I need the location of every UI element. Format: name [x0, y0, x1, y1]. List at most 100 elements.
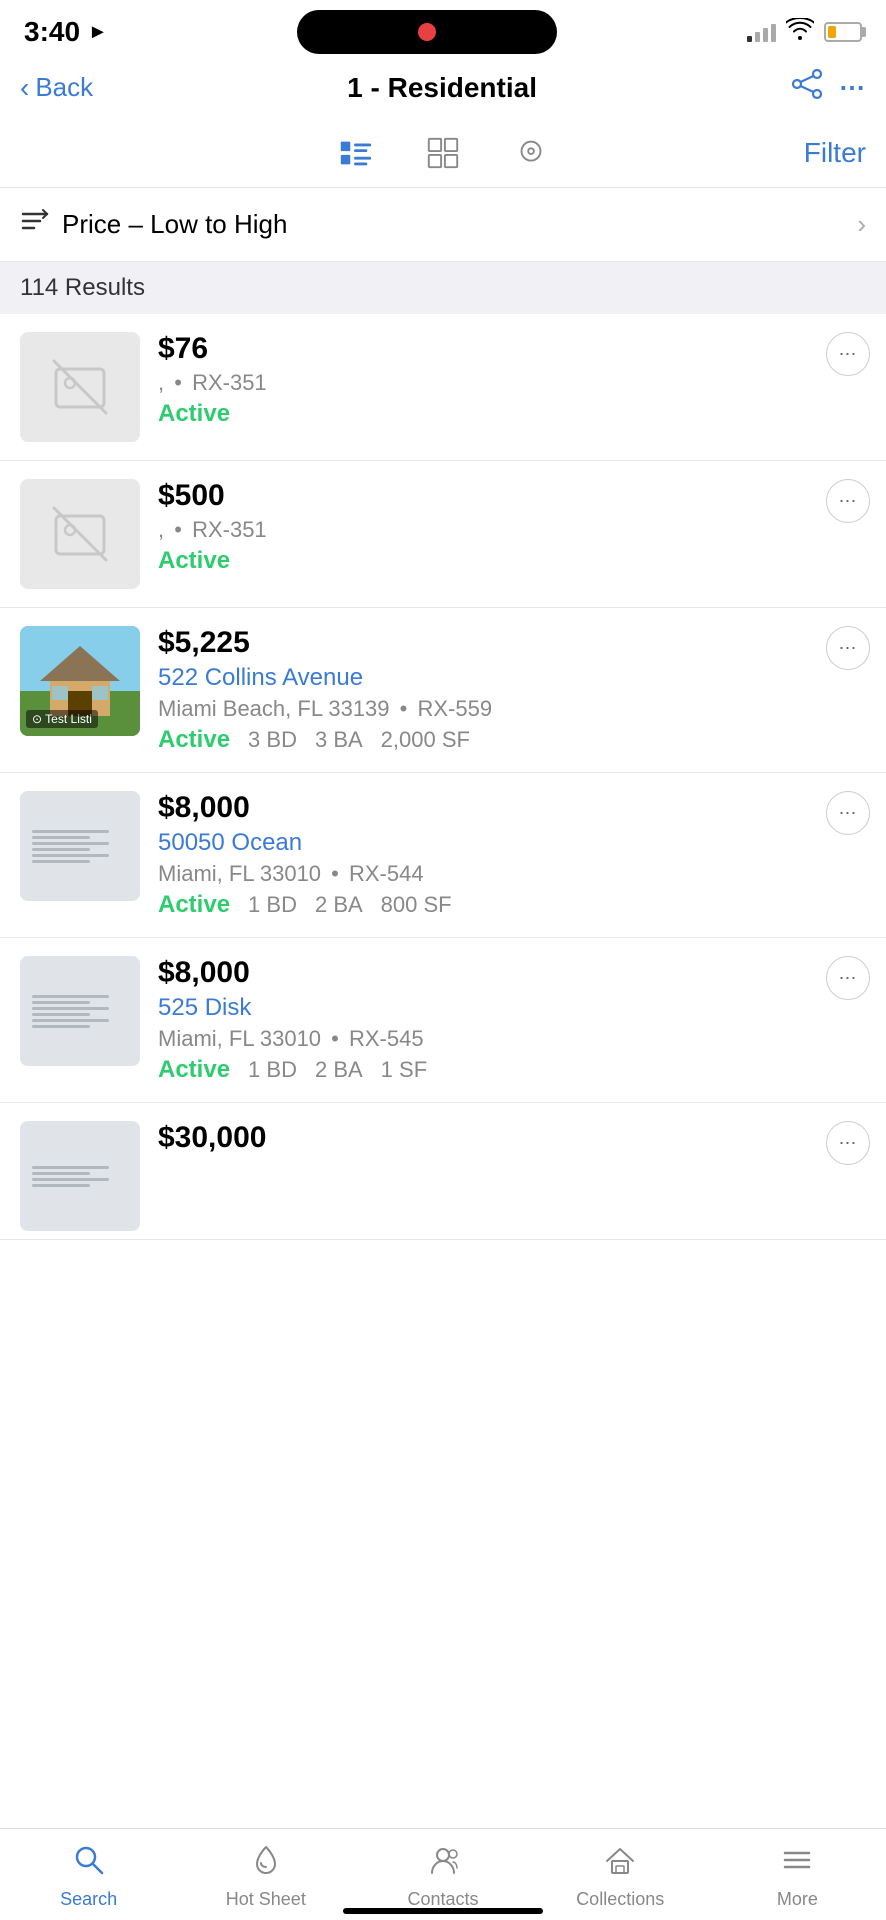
- listing-status-row: Active: [158, 400, 866, 428]
- placeholder-photo: [20, 1121, 140, 1231]
- contacts-tab-label: Contacts: [407, 1889, 478, 1910]
- tab-search[interactable]: Search: [0, 1829, 177, 1920]
- view-controls: Filter: [0, 119, 886, 188]
- status-badge: Active: [158, 1056, 230, 1084]
- listing-item[interactable]: ⊙ Test Listi $5,225 522 Collins Avenue M…: [0, 608, 886, 773]
- status-badge: Active: [158, 400, 230, 428]
- listing-address-link[interactable]: 50050 Ocean: [158, 829, 866, 857]
- list-view-button[interactable]: [331, 129, 379, 177]
- status-bar: 3:40 ►: [0, 0, 886, 60]
- beds: 3 BD: [248, 727, 297, 753]
- placeholder-photo: [20, 956, 140, 1066]
- back-chevron-icon: ‹: [20, 74, 29, 102]
- tab-contacts[interactable]: Contacts: [354, 1829, 531, 1920]
- listing-more-button[interactable]: ⋯: [826, 626, 870, 670]
- collections-tab-label: Collections: [576, 1889, 664, 1910]
- baths: 3 BA: [315, 727, 363, 753]
- sqft: 1 SF: [381, 1057, 427, 1083]
- grid-view-button[interactable]: [419, 129, 467, 177]
- listing-more-button[interactable]: ⋯: [826, 332, 870, 376]
- listing-thumbnail: [20, 332, 140, 442]
- status-badge: Active: [158, 726, 230, 754]
- time-display: 3:40: [24, 16, 80, 48]
- no-photo-icon: [52, 506, 108, 562]
- more-dots: ⋯: [839, 345, 858, 363]
- sort-icon: [20, 206, 50, 243]
- city-state: ,: [158, 517, 164, 542]
- map-view-button[interactable]: [507, 129, 555, 177]
- more-options-icon[interactable]: ⋯: [839, 72, 866, 103]
- mls-number: RX-559: [417, 696, 492, 721]
- city-state: Miami Beach, FL 33139: [158, 696, 390, 721]
- listing-price: $500: [158, 479, 866, 513]
- mls-number: RX-544: [349, 861, 424, 886]
- listing-item[interactable]: $8,000 50050 Ocean Miami, FL 33010 • RX-…: [0, 773, 886, 938]
- listing-info: $8,000 525 Disk Miami, FL 33010 • RX-545…: [158, 956, 866, 1084]
- more-dots: ⋯: [839, 492, 858, 510]
- tab-more[interactable]: More: [709, 1829, 886, 1920]
- search-tab-label: Search: [60, 1889, 117, 1910]
- listing-address-link[interactable]: 522 Collins Avenue: [158, 664, 866, 692]
- placeholder-lines: [32, 1163, 128, 1190]
- mls-number: RX-351: [192, 370, 267, 395]
- listing-thumbnail: [20, 1121, 140, 1231]
- listing-mls: , • RX-351: [158, 370, 866, 396]
- listing-mls: Miami, FL 33010 • RX-544: [158, 861, 866, 887]
- baths: 2 BA: [315, 1057, 363, 1083]
- sort-bar[interactable]: Price – Low to High ›: [0, 188, 886, 262]
- listing-thumbnail: [20, 791, 140, 901]
- battery-level: [828, 26, 836, 38]
- nav-header: ‹ Back 1 - Residential ⋯: [0, 60, 886, 119]
- tab-bar: Search Hot Sheet Contacts: [0, 1828, 886, 1920]
- filter-label: Filter: [804, 137, 866, 168]
- back-button[interactable]: ‹ Back: [20, 72, 93, 103]
- listing-info: $5,225 522 Collins Avenue Miami Beach, F…: [158, 626, 866, 754]
- placeholder-photo: [20, 791, 140, 901]
- listing-price: $30,000: [158, 1121, 866, 1155]
- back-label: Back: [35, 72, 93, 103]
- more-dots: ⋯: [839, 804, 858, 822]
- listing-item[interactable]: $8,000 525 Disk Miami, FL 33010 • RX-545…: [0, 938, 886, 1103]
- beds: 1 BD: [248, 892, 297, 918]
- listing-more-button[interactable]: ⋯: [826, 1121, 870, 1165]
- search-tab-icon: [72, 1843, 106, 1883]
- test-listing-badge: ⊙ Test Listi: [26, 710, 98, 728]
- listing-address-link[interactable]: 525 Disk: [158, 994, 866, 1022]
- status-badge: Active: [158, 547, 230, 575]
- filter-button[interactable]: Filter: [804, 137, 866, 169]
- listing-info: $30,000: [158, 1121, 866, 1159]
- more-dots: ⋯: [839, 639, 858, 657]
- sort-left: Price – Low to High: [20, 206, 287, 243]
- status-icons: [747, 18, 862, 46]
- hotsheet-tab-icon: [249, 1843, 283, 1883]
- more-dots: ⋯: [839, 1134, 858, 1152]
- listing-more-button[interactable]: ⋯: [826, 956, 870, 1000]
- home-indicator: [343, 1908, 543, 1914]
- listing-price: $8,000: [158, 791, 866, 825]
- tab-hotsheet[interactable]: Hot Sheet: [177, 1829, 354, 1920]
- more-tab-icon: [780, 1843, 814, 1883]
- listing-status-row: Active 3 BD 3 BA 2,000 SF: [158, 726, 866, 754]
- sort-label: Price – Low to High: [62, 209, 287, 240]
- status-badge: Active: [158, 891, 230, 919]
- baths: 2 BA: [315, 892, 363, 918]
- listing-item[interactable]: $76 , • RX-351 Active ⋯: [0, 314, 886, 461]
- beds: 1 BD: [248, 1057, 297, 1083]
- listing-thumbnail: [20, 956, 140, 1066]
- no-photo-icon: [52, 359, 108, 415]
- share-icon[interactable]: [791, 68, 823, 107]
- listing-more-button[interactable]: ⋯: [826, 479, 870, 523]
- listing-item[interactable]: $30,000 ⋯: [0, 1103, 886, 1240]
- location-icon: ►: [88, 21, 108, 44]
- listing-status-row: Active 1 BD 2 BA 1 SF: [158, 1056, 866, 1084]
- city-state: ,: [158, 370, 164, 395]
- mls-number: RX-351: [192, 517, 267, 542]
- tab-collections[interactable]: Collections: [532, 1829, 709, 1920]
- listing-info: $76 , • RX-351 Active: [158, 332, 866, 428]
- sqft: 800 SF: [381, 892, 452, 918]
- listing-more-button[interactable]: ⋯: [826, 791, 870, 835]
- hotsheet-tab-label: Hot Sheet: [226, 1889, 306, 1910]
- signal-strength: [747, 22, 776, 42]
- listing-item[interactable]: $500 , • RX-351 Active ⋯: [0, 461, 886, 608]
- nav-actions: ⋯: [791, 68, 866, 107]
